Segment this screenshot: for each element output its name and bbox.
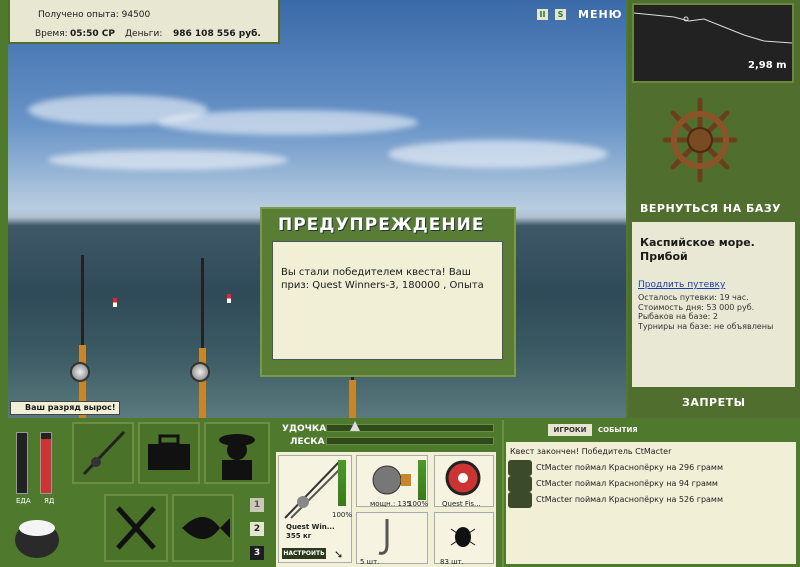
line-label: ЛЕСКА: [290, 437, 325, 447]
tab-players[interactable]: ИГРОКИ: [548, 424, 592, 436]
hook-icon: [378, 519, 389, 555]
fishing-rod-3[interactable]: [349, 375, 356, 418]
arrow-icon: ➘: [334, 548, 344, 561]
event-row: CtMacter поймал Краснопёрку на 526 грамм: [536, 495, 723, 504]
dialog-message: Вы стали победителем квеста! Ваш приз: Q…: [281, 267, 484, 291]
bait-slot[interactable]: [434, 512, 494, 564]
reel-power: мощн.: 135: [370, 500, 411, 508]
tackle-box-tile[interactable]: [138, 422, 200, 484]
slot-2-button[interactable]: 2: [250, 522, 264, 536]
reel-condition-bar: [418, 460, 426, 500]
day-cost: Стоимость дня: 53 000 руб.: [638, 303, 755, 312]
tackle-box-icon: [148, 434, 190, 470]
exp-value: 94500: [121, 10, 151, 20]
rod-weight: 355 кг: [286, 532, 312, 540]
rod-label: УДОЧКА: [282, 424, 327, 434]
return-to-base-button[interactable]: ВЕРНУТЬСЯ НА БАЗУ: [640, 202, 800, 215]
fisherman-icon: [219, 434, 255, 480]
hook-slot[interactable]: [356, 512, 428, 564]
tab-events[interactable]: СОБЫТИЯ: [598, 426, 638, 434]
pause-button[interactable]: II: [537, 9, 548, 20]
fishing-rod-2[interactable]: [199, 258, 206, 418]
slot-3-button[interactable]: 3: [250, 546, 264, 560]
fishers-count: Рыбаков на базе: 2: [638, 312, 718, 321]
line-name: Quest Fis...: [442, 500, 481, 508]
hook-count: 5 шт.: [360, 558, 380, 566]
event-row: Квест закончен! Победитель CtMacter: [510, 447, 672, 456]
poison-label: ЯД: [44, 497, 55, 505]
exp-label: Получено опыта:: [38, 10, 119, 20]
food-tile[interactable]: [104, 494, 168, 562]
reel-percent: 100%: [408, 500, 429, 508]
fishing-rod-1[interactable]: [79, 255, 86, 418]
rod-percent: 100%: [332, 511, 353, 519]
fish-icon: [182, 517, 230, 539]
location-title: Каспийское море. Прибой: [640, 236, 755, 263]
menu-button[interactable]: МЕНЮ: [578, 8, 623, 21]
bait-count: 83 шт.: [440, 558, 464, 566]
float-1: [113, 298, 117, 307]
time-value: 05:50 СР: [70, 29, 115, 39]
rod-tile[interactable]: [72, 422, 134, 484]
time-label: Время:: [35, 29, 68, 39]
depth-value: 2,98 m: [748, 60, 787, 71]
fisherman-tile[interactable]: [204, 422, 270, 484]
setup-button[interactable]: НАСТРОИТЬ: [282, 548, 326, 559]
bait-pot-icon[interactable]: [12, 510, 62, 560]
tournaments-info: Турниры на базе: не объявлены: [638, 322, 774, 331]
sound-button[interactable]: S: [555, 9, 566, 20]
ship-wheel-icon[interactable]: [660, 95, 740, 185]
cloud: [158, 110, 418, 135]
food-meter: [16, 432, 28, 494]
line-spool-icon: [445, 460, 481, 496]
reel-icon: [372, 465, 411, 495]
line-tension-bar: [326, 437, 494, 445]
dialog-body: [272, 241, 503, 360]
tension-marker-icon: [350, 421, 360, 431]
knife-fork-icon: [116, 506, 156, 550]
money-label: Деньги:: [125, 29, 163, 39]
rod-name: Quest Win...: [286, 523, 335, 531]
reel-icon: [70, 362, 90, 382]
player-info-panel: Получено опыта: 94500 Время: 05:50 СР Де…: [8, 0, 280, 44]
fish-icon: [508, 492, 532, 508]
permit-remaining: Осталось путевки: 19 час.: [638, 293, 749, 302]
extend-permit-link[interactable]: Продлить путевку: [638, 280, 725, 290]
event-row: CtMacter поймал Краснопёрку на 296 грамм: [536, 463, 723, 472]
cloud: [388, 140, 608, 168]
float-2: [227, 294, 231, 303]
money-value: 986 108 556 руб.: [173, 29, 261, 39]
fish-tile[interactable]: [172, 494, 234, 562]
dialog-title: ПРЕДУПРЕЖДЕНИЕ: [278, 215, 485, 235]
fish-icon: [508, 476, 532, 492]
bait-icon: [450, 527, 476, 547]
fish-icon: [508, 460, 532, 476]
cloud: [48, 150, 288, 170]
food-label: ЕДА: [16, 497, 31, 505]
event-row: CtMacter поймал Краснопёрку на 94 грамм: [536, 479, 718, 488]
rods-icon: [82, 430, 126, 476]
rod-condition-bar: [338, 460, 346, 506]
poison-meter: [40, 432, 52, 494]
bans-button[interactable]: ЗАПРЕТЫ: [682, 396, 746, 409]
reel-icon: [190, 362, 210, 382]
slot-1-button[interactable]: 1: [250, 498, 264, 512]
depth-map: [632, 3, 794, 83]
rank-up-notice[interactable]: Ваш разряд вырос!: [10, 401, 120, 415]
